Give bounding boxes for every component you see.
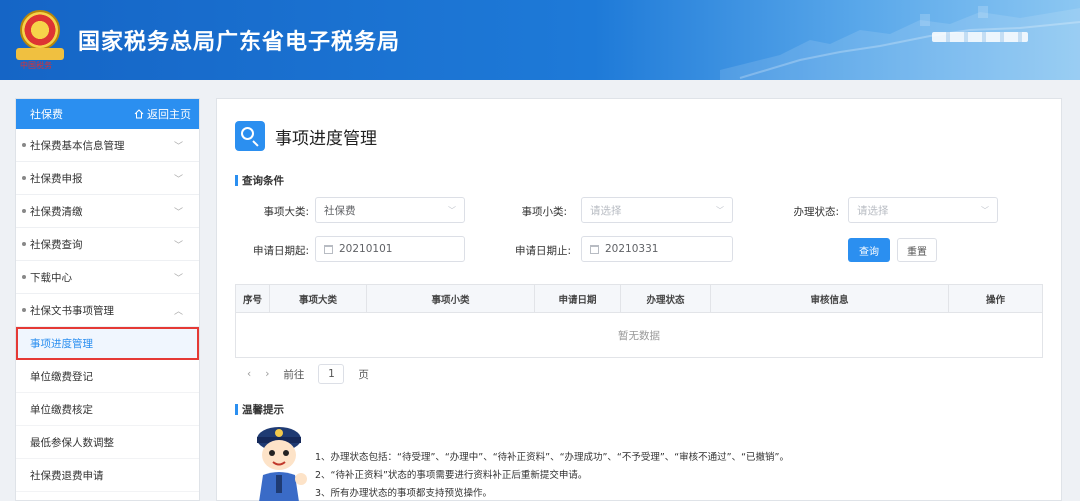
sidebar-item-download[interactable]: 下载中心 ﹀ — [16, 261, 199, 294]
goto-label: 前往 — [283, 368, 305, 381]
col-apply-date: 申请日期 — [535, 285, 621, 312]
category-select[interactable]: 社保费 ﹀ — [315, 197, 465, 223]
col-subcategory: 事项小类 — [367, 285, 535, 312]
status-placeholder: 请选择 — [857, 204, 889, 217]
sidebar-item-label: 下载中心 — [30, 271, 72, 284]
tips-list: 1、办理状态包括：“待受理”、“办理中”、“待补正资料”、“办理成功”、“不予受… — [315, 449, 789, 501]
query-section-label: 查询条件 — [235, 173, 284, 188]
sidebar-item-label: 社保费申报 — [30, 172, 83, 185]
chevron-down-icon: ﹀ — [716, 205, 724, 215]
col-action: 操作 — [985, 294, 1005, 306]
bullet-icon — [22, 308, 26, 312]
site-title: 国家税务总局广东省电子税务局 — [78, 30, 401, 55]
chevron-down-icon: ﹀ — [173, 141, 183, 152]
sidebar-subitem-assessment[interactable]: 单位缴费核定 — [16, 393, 199, 426]
date-from-input[interactable]: 20210101 — [315, 236, 465, 262]
calendar-icon — [324, 244, 333, 254]
site-header: 中国税务 国家税务总局广东省电子税务局 — [0, 0, 1080, 80]
next-page-button[interactable]: › — [265, 368, 269, 380]
sidebar-item-label: 社保费清缴 — [30, 205, 83, 218]
bullet-icon — [22, 209, 26, 213]
col-category: 事项大类 — [270, 285, 367, 312]
sidebar-title: 社保费 — [30, 108, 63, 121]
date-from-value: 20210101 — [339, 243, 393, 255]
sidebar-item-label: 社保文书事项管理 — [30, 304, 114, 317]
reset-button[interactable]: 重置 — [897, 238, 937, 262]
page-title: 事项进度管理 — [275, 128, 377, 149]
sidebar-item-basic-info[interactable]: 社保费基本信息管理 ﹀ — [16, 129, 199, 162]
date-from-label: 申请日期起: — [252, 245, 309, 257]
pagination: ‹ › 前往 1 页 — [247, 364, 369, 384]
chevron-down-icon: ﹀ — [173, 240, 183, 251]
chevron-down-icon: ﹀ — [173, 273, 183, 284]
sidebar: 社保费 返回主页 社保费基本信息管理 ﹀ 社保费申报 ﹀ 社保费清缴 ﹀ 社保费… — [15, 98, 200, 501]
sidebar-header: 社保费 返回主页 — [16, 99, 199, 129]
date-to-input[interactable]: 20210331 — [581, 236, 733, 262]
calendar-icon — [590, 244, 599, 254]
tips-section-text: 温馨提示 — [242, 404, 284, 416]
status-select[interactable]: 请选择 ﹀ — [848, 197, 998, 223]
chevron-down-icon: ﹀ — [448, 205, 456, 215]
return-home-label: 返回主页 — [147, 108, 191, 121]
tip-line: 2、“待补正资料”状态的事项需要进行资料补正后重新提交申请。 — [315, 470, 588, 481]
search-button[interactable]: 查询 — [848, 238, 890, 262]
date-to-value: 20210331 — [605, 243, 659, 255]
home-icon — [134, 109, 144, 119]
chevron-up-icon: ︿ — [173, 306, 183, 317]
subcategory-label: 事项小类: — [521, 206, 567, 218]
tip-line: 1、办理状态包括：“待受理”、“办理中”、“待补正资料”、“办理成功”、“不予受… — [315, 452, 789, 463]
sidebar-item-label: 社保费查询 — [30, 238, 83, 251]
police-mascot-illustration — [257, 427, 307, 501]
col-review-info: 审核信息 — [711, 285, 949, 312]
sidebar-item-declare[interactable]: 社保费申报 ﹀ — [16, 162, 199, 195]
prev-page-button[interactable]: ‹ — [247, 368, 251, 380]
tips-section-label: 温馨提示 — [235, 402, 284, 417]
bullet-icon — [22, 242, 26, 246]
page-number-input[interactable]: 1 — [318, 364, 345, 384]
category-value: 社保费 — [324, 204, 356, 217]
sidebar-item-payment[interactable]: 社保费清缴 ﹀ — [16, 195, 199, 228]
query-section-text: 查询条件 — [242, 175, 284, 187]
category-label: 事项大类: — [263, 206, 309, 218]
bullet-icon — [22, 275, 26, 279]
page-title-row: 事项进度管理 — [235, 121, 377, 151]
emblem-caption: 中国税务 — [20, 61, 52, 70]
subcategory-placeholder: 请选择 — [590, 204, 622, 217]
bullet-icon — [22, 176, 26, 180]
sidebar-subitem-registration[interactable]: 单位缴费登记 — [16, 360, 199, 393]
sidebar-item-documents[interactable]: 社保文书事项管理 ︿ — [16, 294, 199, 327]
search-icon — [235, 121, 265, 151]
sidebar-item-label: 社保费基本信息管理 — [30, 139, 125, 152]
tip-line: 3、所有办理状态的事项都支持预览操作。 — [315, 488, 493, 499]
date-to-label: 申请日期止: — [514, 245, 571, 257]
main-panel: 事项进度管理 查询条件 事项大类: 社保费 ﹀ 事项小类: 请选择 ﹀ 办理状态… — [216, 98, 1062, 501]
sidebar-subitem-progress[interactable]: 事项进度管理 — [16, 327, 199, 360]
tax-emblem-logo: 中国税务 — [14, 10, 66, 70]
sidebar-item-query[interactable]: 社保费查询 ﹀ — [16, 228, 199, 261]
col-index: 序号 — [236, 285, 270, 312]
chevron-down-icon: ﹀ — [173, 207, 183, 218]
user-name-blurred[interactable] — [932, 32, 1028, 42]
return-home-link[interactable]: 返回主页 — [134, 106, 191, 122]
empty-table-text: 暂无数据 — [618, 329, 660, 342]
sidebar-subitem-min-insured[interactable]: 最低参保人数调整 — [16, 426, 199, 459]
chevron-down-icon: ﹀ — [981, 205, 989, 215]
bullet-icon — [22, 143, 26, 147]
table-header: 序号 事项大类 事项小类 申请日期 办理状态 审核信息 操作 — [236, 285, 1042, 313]
sidebar-subitem-refund[interactable]: 社保费退费申请 — [16, 459, 199, 492]
status-label: 办理状态: — [793, 206, 839, 218]
subcategory-select[interactable]: 请选择 ﹀ — [581, 197, 733, 223]
results-table: 序号 事项大类 事项小类 申请日期 办理状态 审核信息 操作 暂无数据 — [235, 284, 1043, 358]
col-status: 办理状态 — [621, 285, 711, 312]
chevron-down-icon: ﹀ — [173, 174, 183, 185]
page-suffix: 页 — [358, 368, 369, 381]
